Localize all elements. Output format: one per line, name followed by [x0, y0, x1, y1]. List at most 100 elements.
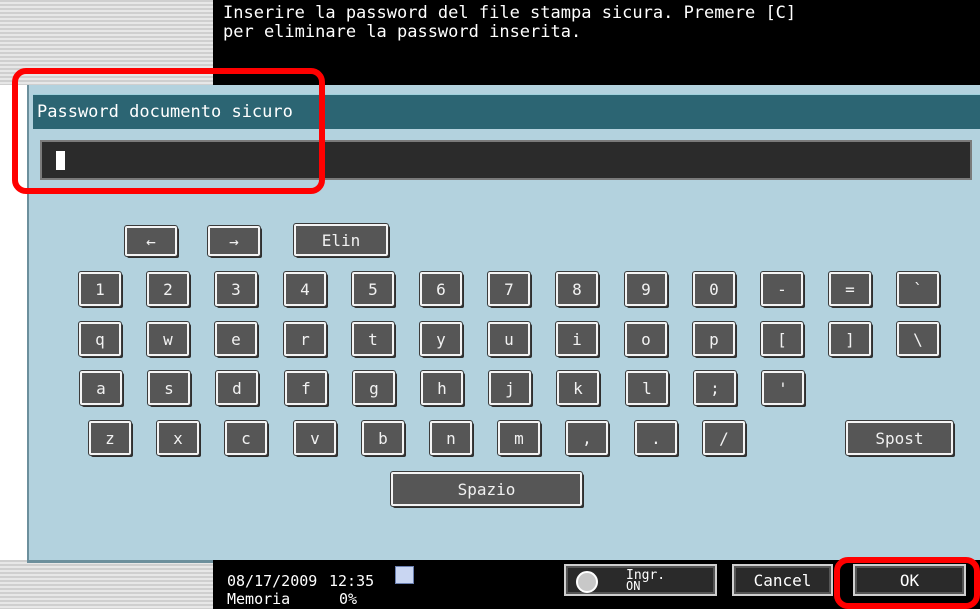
cancel-button[interactable]: Cancel	[732, 564, 833, 596]
key-row3-0[interactable]: a	[79, 370, 123, 406]
key-label: ]	[845, 329, 855, 349]
key-label: l	[642, 378, 652, 398]
time-text: 12:35	[329, 572, 375, 590]
key-row1-0[interactable]: 1	[78, 271, 122, 307]
key-row1-2[interactable]: 3	[214, 271, 258, 307]
cursor-left-button[interactable]: ←	[124, 225, 178, 257]
key-label: 1	[95, 279, 105, 299]
key-row2-9[interactable]: p	[692, 321, 736, 357]
key-label: u	[504, 329, 514, 349]
ok-button[interactable]: OK	[853, 564, 966, 596]
key-row2-10[interactable]: [	[760, 321, 804, 357]
cursor-right-button[interactable]: →	[207, 225, 261, 257]
key-label: ,	[582, 428, 592, 448]
key-label: 7	[504, 279, 514, 299]
key-label: c	[241, 428, 251, 448]
key-label: -	[777, 279, 787, 299]
key-row4-4[interactable]: b	[361, 420, 405, 456]
key-row3-2[interactable]: d	[215, 370, 259, 406]
key-row4-7[interactable]: ,	[565, 420, 609, 456]
key-row3-6[interactable]: j	[488, 370, 532, 406]
key-row2-1[interactable]: w	[146, 321, 190, 357]
key-row4-8[interactable]: .	[634, 420, 678, 456]
key-row1-10[interactable]: -	[760, 271, 804, 307]
key-row1-9[interactable]: 0	[692, 271, 736, 307]
key-row3-4[interactable]: g	[352, 370, 396, 406]
right-arrow-icon: →	[229, 231, 239, 251]
key-label: 3	[231, 279, 241, 299]
key-row2-7[interactable]: i	[555, 321, 599, 357]
key-row4-2[interactable]: c	[224, 420, 268, 456]
key-row1-4[interactable]: 5	[351, 271, 395, 307]
key-label: b	[378, 428, 388, 448]
enlarge-sub-label: ON	[626, 579, 641, 593]
space-key[interactable]: Spazio	[390, 471, 583, 507]
text-cursor	[56, 151, 65, 170]
key-label: v	[310, 428, 320, 448]
key-row4-0[interactable]: z	[88, 420, 132, 456]
key-row2-3[interactable]: r	[283, 321, 327, 357]
magnifier-icon	[576, 571, 598, 593]
key-label: n	[446, 428, 456, 448]
key-row3-1[interactable]: s	[147, 370, 191, 406]
date-text: 08/17/2009	[227, 572, 318, 590]
key-row1-11[interactable]: =	[828, 271, 872, 307]
key-row1-3[interactable]: 4	[283, 271, 327, 307]
key-label: x	[173, 428, 183, 448]
network-icon	[395, 566, 414, 584]
key-label: 2	[163, 279, 173, 299]
key-row4-3[interactable]: v	[293, 420, 337, 456]
delete-label: Elin	[321, 230, 361, 250]
key-row2-12[interactable]: \	[896, 321, 940, 357]
key-row4-1[interactable]: x	[156, 420, 200, 456]
key-row2-5[interactable]: y	[419, 321, 463, 357]
key-row3-10[interactable]: '	[761, 370, 805, 406]
password-field-label: Password documento sicuro	[37, 102, 293, 122]
key-row1-1[interactable]: 2	[146, 271, 190, 307]
status-bar: 08/17/2009 12:35 Memoria 0% Ingr. ON Can…	[213, 560, 980, 609]
delete-button[interactable]: Elin	[293, 223, 389, 257]
key-label: 9	[641, 279, 651, 299]
memory-label: Memoria	[227, 590, 291, 608]
key-row2-11[interactable]: ]	[828, 321, 872, 357]
left-sidebar-bottom	[0, 560, 214, 609]
key-label: /	[719, 428, 729, 448]
key-row1-8[interactable]: 9	[624, 271, 668, 307]
key-label: k	[573, 378, 583, 398]
key-row3-9[interactable]: ;	[693, 370, 737, 406]
space-label: Spazio	[457, 479, 516, 499]
key-row2-6[interactable]: u	[487, 321, 531, 357]
key-label: r	[300, 329, 310, 349]
key-label: =	[845, 279, 855, 299]
key-row2-4[interactable]: t	[351, 321, 395, 357]
shift-key[interactable]: Spost	[845, 420, 954, 456]
key-label: f	[301, 378, 311, 398]
enlarge-display-button[interactable]: Ingr. ON	[564, 564, 717, 596]
key-row4-6[interactable]: m	[497, 420, 541, 456]
key-row1-12[interactable]: `	[896, 271, 940, 307]
key-row3-3[interactable]: f	[284, 370, 328, 406]
key-row2-2[interactable]: e	[214, 321, 258, 357]
key-label: a	[96, 378, 106, 398]
key-row4-9[interactable]: /	[702, 420, 746, 456]
message-bar: Inserire la password del file stampa sic…	[213, 0, 980, 85]
key-label: q	[95, 329, 105, 349]
key-label: '	[778, 378, 788, 398]
key-row2-0[interactable]: q	[78, 321, 122, 357]
key-label: g	[369, 378, 379, 398]
key-row3-5[interactable]: h	[420, 370, 464, 406]
key-row1-7[interactable]: 8	[555, 271, 599, 307]
key-label: m	[514, 428, 524, 448]
key-row1-5[interactable]: 6	[419, 271, 463, 307]
key-label: \	[913, 329, 923, 349]
key-row4-5[interactable]: n	[429, 420, 473, 456]
left-sidebar-top	[0, 0, 214, 85]
key-row3-8[interactable]: l	[625, 370, 669, 406]
key-row3-7[interactable]: k	[556, 370, 600, 406]
key-row2-8[interactable]: o	[624, 321, 668, 357]
key-label: j	[505, 378, 515, 398]
key-label: y	[436, 329, 446, 349]
password-input[interactable]	[40, 140, 972, 180]
key-label: .	[651, 428, 661, 448]
key-row1-6[interactable]: 7	[487, 271, 531, 307]
